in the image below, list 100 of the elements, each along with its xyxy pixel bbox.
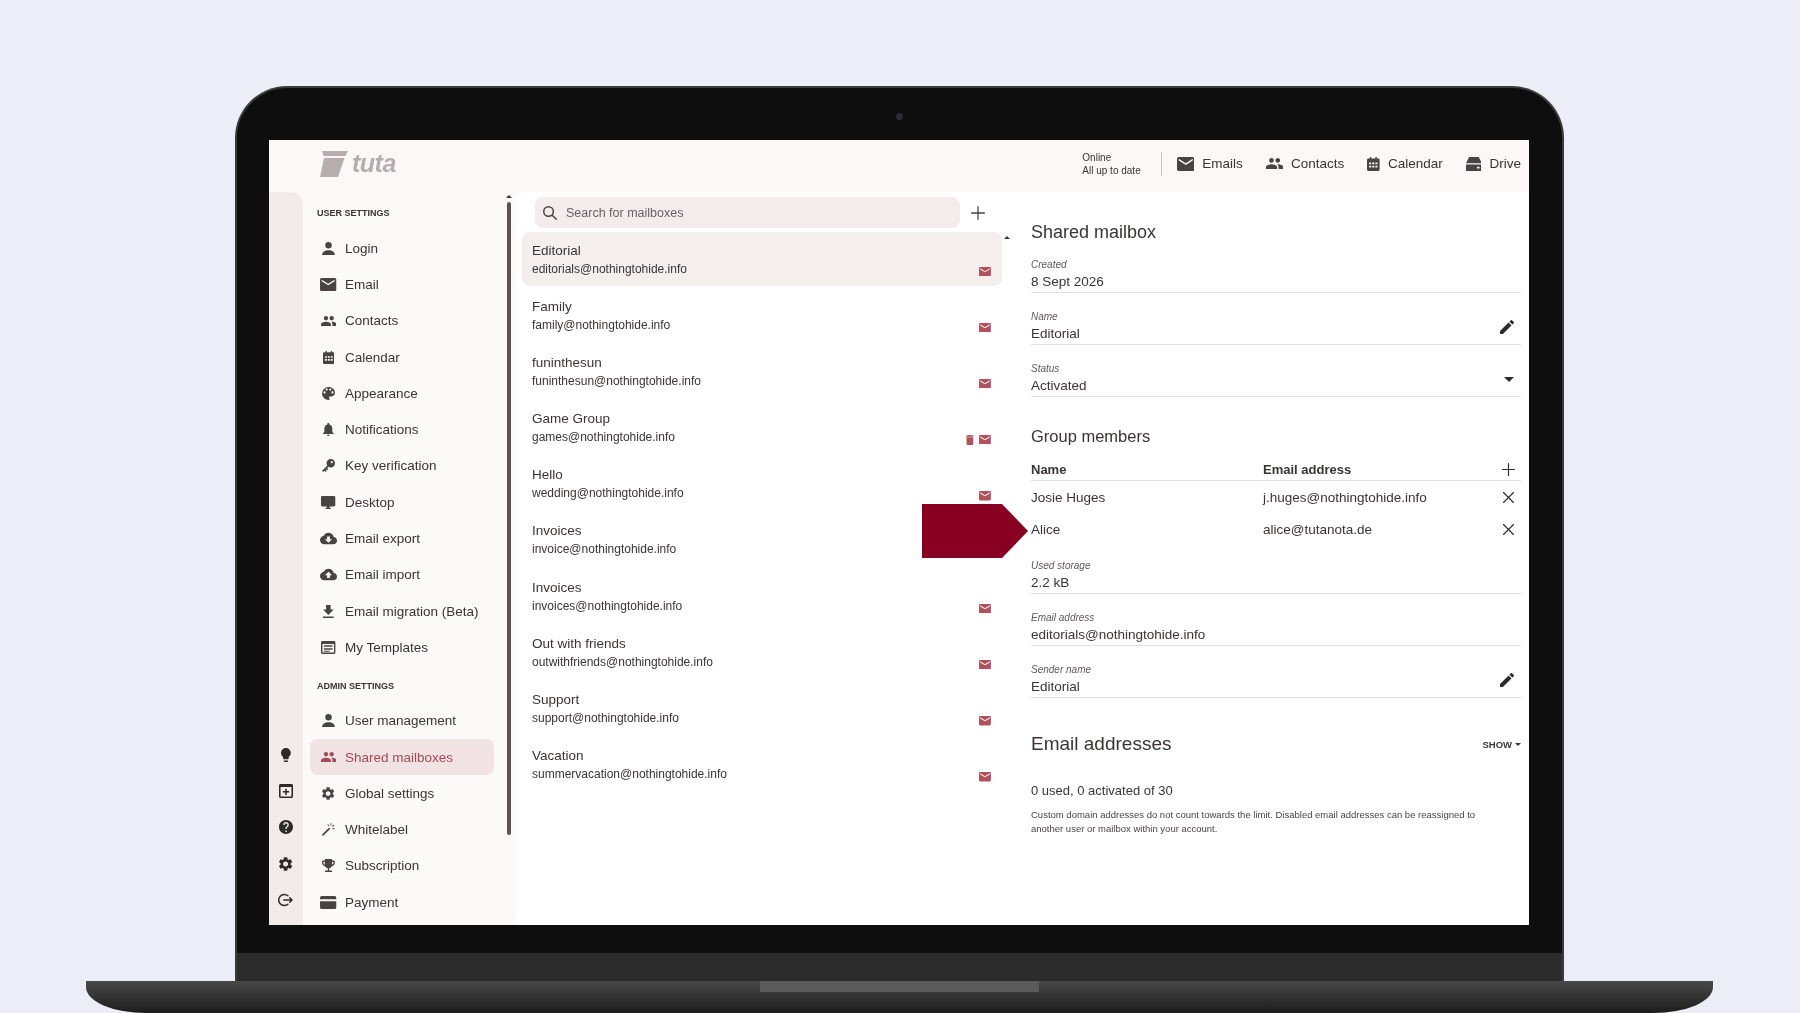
mailbox-item[interactable]: funinthesun funinthesun@nothingtohide.info [522, 344, 1002, 399]
sidebar-item[interactable]: Login [310, 230, 494, 267]
settings-icon [322, 786, 335, 800]
help-icon[interactable] [279, 820, 293, 835]
section-title: Group members [1031, 426, 1151, 447]
member-name: Alice [1031, 521, 1061, 537]
nav-tab[interactable]: Emails [1176, 156, 1243, 171]
pencil-icon[interactable] [1500, 320, 1514, 334]
settings-icon[interactable] [279, 856, 293, 871]
mail-icon [979, 322, 991, 333]
sidebar-item[interactable]: User management [310, 702, 494, 739]
mail-icon [979, 772, 991, 782]
field-label: Name [1031, 310, 1058, 324]
mailbox-item[interactable]: Out with friends outwithfriends@nothingtohide.info [522, 625, 1002, 680]
caret-icon[interactable] [1504, 376, 1514, 382]
sidebar-item[interactable]: Email migration (Beta) [310, 592, 494, 630]
mailbox-item[interactable]: Support support@nothingtohide.info [522, 681, 1002, 736]
field-value: 2.2 kB [1031, 574, 1070, 592]
wand-icon [322, 823, 335, 837]
sidebar-item[interactable]: Subscription [310, 847, 494, 885]
field-value: Editorial [1031, 325, 1080, 343]
field-value: Activated [1031, 377, 1087, 395]
window-plus-icon[interactable] [279, 783, 293, 798]
key-icon [322, 459, 335, 473]
sidebar-item[interactable]: Email import [310, 556, 494, 593]
palette-icon [322, 386, 335, 400]
sidebar-item[interactable]: Global settings [310, 775, 494, 812]
sidebar-item[interactable]: My Templates [310, 629, 494, 666]
member-email: j.huges@nothingtohide.info [1263, 489, 1427, 505]
bell-icon [323, 423, 334, 437]
field-value: editorials@nothingtohide.info [1031, 626, 1206, 644]
mail-icon [979, 491, 991, 501]
mail-icon [979, 434, 991, 445]
scroll-arrow-icon [1004, 236, 1010, 239]
close-icon[interactable] [1502, 523, 1514, 535]
connection-status: Online [1082, 150, 1112, 164]
camera-icon [895, 112, 903, 120]
field-label: Status [1031, 362, 1060, 376]
cloud-upload-icon [320, 568, 337, 582]
monitor-icon [321, 495, 336, 509]
credit-card-icon [320, 895, 337, 909]
usage-summary: 0 used, 0 activated of 30 [1031, 782, 1173, 800]
help-text: Custom domain addresses do not count towards the limit. Disabled email addresses can be reassigned to another user or mailbox within your account. [1031, 808, 1477, 836]
sidebar-item[interactable]: Calendar [310, 338, 494, 376]
person-icon [322, 714, 335, 728]
sidebar-item[interactable]: Appearance [310, 375, 494, 412]
lightbulb-icon[interactable] [281, 747, 291, 762]
mail-icon [1176, 156, 1195, 171]
mail-icon [979, 716, 991, 726]
nav-tab[interactable]: Calendar [1367, 156, 1443, 171]
logo-icon [319, 149, 349, 178]
mailbox-item[interactable]: Editorial editorials@nothingtohide.info [522, 232, 1002, 286]
show-toggle[interactable]: SHOW [1482, 738, 1521, 750]
field-label: Sender name [1031, 663, 1092, 677]
panel-title: Shared mailbox [1031, 221, 1157, 244]
sidebar-item[interactable]: Payment [310, 884, 494, 921]
member-name: Josie Huges [1031, 489, 1106, 505]
trash-icon [966, 434, 975, 445]
calendar-icon [322, 350, 335, 364]
mailbox-item[interactable]: Invoices invoice@nothingtohide.info [522, 512, 688, 567]
sidebar-item[interactable]: Key verification [310, 447, 494, 485]
nav-tab[interactable]: Contacts [1265, 156, 1345, 171]
close-icon[interactable] [1502, 491, 1514, 503]
mailbox-item[interactable]: Hello wedding@nothingtohide.info [522, 456, 1002, 511]
field-label: Used storage [1031, 559, 1091, 573]
sync-status: All up to date [1082, 163, 1141, 177]
people-icon [1265, 158, 1283, 169]
member-email: alice@tutanota.de [1263, 521, 1373, 537]
mail-icon [979, 266, 991, 276]
mailbox-item[interactable]: Game Group games@nothingtohide.info [522, 400, 1002, 455]
logout-icon[interactable] [278, 892, 294, 907]
pencil-icon[interactable] [1500, 673, 1514, 687]
mail-icon [979, 659, 991, 670]
sidebar-item[interactable]: Whitelabel [310, 811, 494, 848]
mailbox-item[interactable]: Vacation summervacation@nothingtohide.info [522, 737, 1002, 792]
people-icon [320, 752, 337, 762]
sidebar-item[interactable]: Email export [310, 520, 494, 557]
sidebar-item[interactable]: Contacts [310, 302, 494, 339]
scrollbar-thumb[interactable] [507, 202, 511, 835]
caret-icon [1515, 742, 1521, 746]
mail-icon [979, 378, 991, 389]
column-header: Email address [1263, 461, 1352, 477]
mailbox-item[interactable]: Invoices invoices@nothingtohide.info [522, 569, 1002, 624]
sidebar-item[interactable]: Email [310, 266, 494, 303]
download-icon [323, 604, 334, 618]
plus-icon[interactable] [1501, 462, 1515, 476]
sidebar-item[interactable]: Shared mailboxes [310, 738, 494, 776]
person-icon [322, 241, 335, 255]
nav-tab[interactable]: Drive [1465, 156, 1521, 171]
logo-text: tuta [352, 149, 396, 178]
sidebar-item[interactable]: Desktop [310, 484, 494, 521]
cloud-download-icon [320, 532, 337, 545]
sidebar-item[interactable]: Notifications [310, 411, 494, 448]
field-label: Email address [1031, 611, 1095, 625]
calendar-icon [1367, 156, 1380, 171]
template-icon [321, 640, 336, 654]
section-title: Email addresses [1031, 732, 1172, 756]
search-input[interactable]: Search for mailboxes [566, 205, 706, 220]
people-icon [320, 315, 337, 326]
mailbox-item[interactable]: Family family@nothingtohide.info [522, 288, 1002, 343]
